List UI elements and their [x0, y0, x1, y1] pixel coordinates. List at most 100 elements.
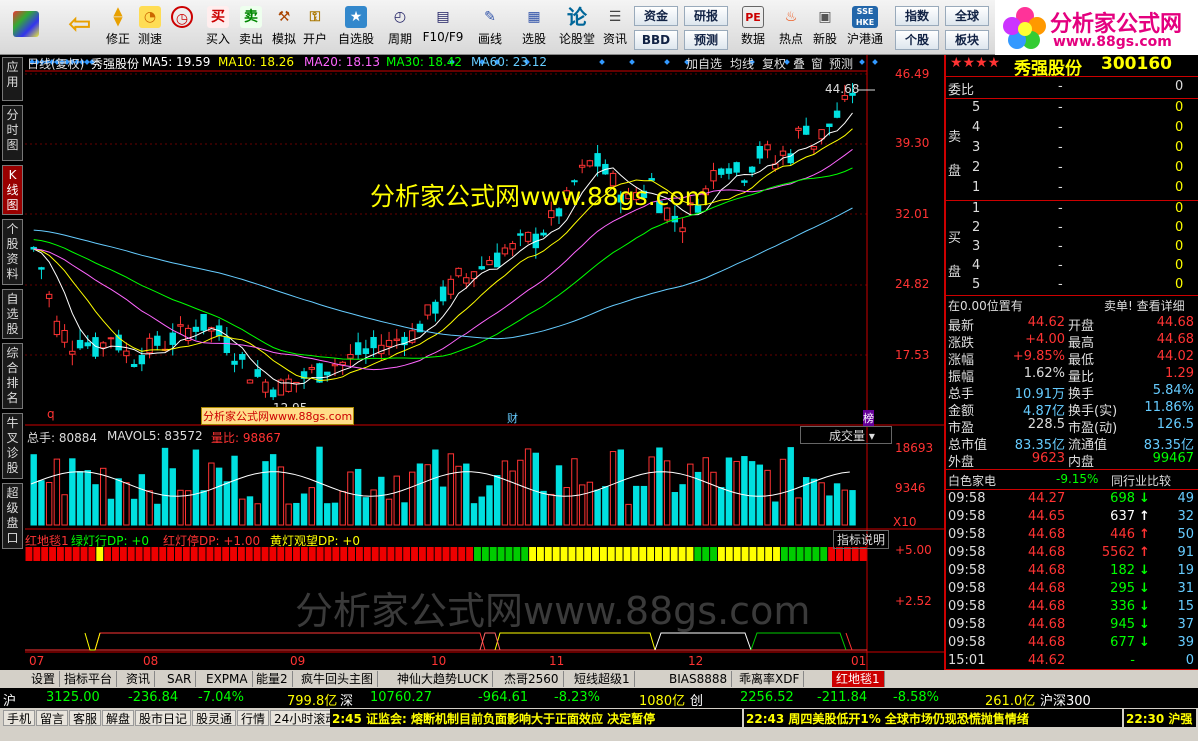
detail-link[interactable]: 卖单! 查看详细 — [1104, 297, 1185, 314]
toolbar-button-6[interactable]: ★ 自选股 — [335, 3, 377, 51]
tab-watchlist[interactable]: 自选股 — [2, 289, 23, 339]
chart-canvas[interactable] — [25, 55, 945, 670]
toolbar-button-8[interactable]: ▤ F10/F9 — [420, 3, 466, 51]
toolbar-button-7[interactable]: ◴ 周期 — [380, 3, 420, 51]
candle-body — [53, 320, 61, 336]
toolbar-button-1[interactable]: ◔ 测速 — [135, 3, 165, 51]
stock-button[interactable]: 个股 — [895, 30, 939, 50]
indicator-tab-1[interactable]: 指标平台 — [60, 671, 118, 687]
global-button[interactable]: 全球 — [945, 6, 989, 26]
tick-count: 91 — [1177, 545, 1194, 560]
signal-cell — [261, 547, 269, 561]
tab-app[interactable]: 应用 — [2, 57, 23, 101]
indicator-tab-9[interactable]: 短线超级1 — [570, 671, 635, 687]
toolbar-button-3[interactable]: 卖卖出 — [236, 3, 266, 51]
indicator-line-yellow — [84, 632, 101, 651]
news-ticker-3[interactable]: 22:30 沪强 — [1124, 709, 1196, 727]
indicator-tab-12[interactable]: 红地毯1 — [832, 671, 885, 687]
volume-bar — [84, 470, 91, 526]
f10-icon: ▤ — [436, 9, 450, 25]
toolbar-button-12[interactable]: ☰ 资讯 — [600, 3, 630, 51]
tab-stock-info[interactable]: 个股资料 — [2, 219, 23, 285]
status-button-4[interactable]: 股市日记 — [135, 710, 191, 726]
toolbar-button-13[interactable]: PE 数据 — [738, 3, 768, 51]
candle-body — [540, 232, 547, 236]
predict-button[interactable]: 预测 — [829, 55, 853, 72]
candle-body — [138, 354, 146, 365]
indicator-line-white — [654, 632, 752, 651]
status-button-3[interactable]: 解盘 — [102, 710, 134, 726]
toolbar-button-10[interactable]: ▦ 选股 — [514, 3, 554, 51]
signal-cell — [466, 547, 474, 561]
indicator-tab-11[interactable]: 乖离率XDF — [735, 671, 805, 687]
toolbar-button-16[interactable]: SSE HKE 沪港通 — [843, 3, 887, 51]
indicator-tab-3[interactable]: SAR — [163, 671, 197, 687]
indicator-tab-2[interactable]: 资讯 — [122, 671, 156, 687]
toolbar-button-5[interactable]: ⚿ 开户 — [300, 3, 330, 51]
signal-cell — [505, 547, 513, 561]
tick-price: 44.68 — [1028, 563, 1066, 578]
axis-price-2: 39.30 — [895, 136, 930, 150]
index-button[interactable]: 指数 — [895, 6, 939, 26]
liangbi-label: 量比: 98867 — [211, 431, 282, 445]
tab-intraday[interactable]: 分时图 — [2, 105, 23, 161]
indicator-tab-8[interactable]: 杰哥2560 — [500, 671, 564, 687]
volume-bar — [532, 452, 540, 526]
volume-bar — [486, 485, 493, 526]
signal-cell — [694, 547, 702, 561]
indicator-line-green — [750, 632, 847, 651]
status-button-5[interactable]: 股灵通 — [192, 710, 236, 726]
sector-compare-button[interactable]: 同行业比较 — [1111, 472, 1171, 489]
overlay-button[interactable]: 叠 — [793, 55, 805, 72]
back-button[interactable]: ⇦ — [62, 3, 96, 51]
window-button[interactable]: 窗 — [811, 55, 823, 72]
indicator-tab-6[interactable]: 疯牛回头主图 — [297, 671, 379, 687]
discuss-icon: 论 — [567, 5, 587, 29]
app-menu-button[interactable] — [6, 3, 46, 51]
toolbar-button-11[interactable]: 论论股堂 — [557, 3, 597, 51]
tab-diagnosis[interactable]: 牛叉诊股 — [2, 413, 23, 479]
tab-ranking[interactable]: 综合排名 — [2, 343, 23, 409]
tick-volume: 295 — [1110, 581, 1135, 596]
funds-button[interactable]: 资金 — [634, 6, 678, 26]
tab-kline[interactable]: K线图 — [2, 165, 23, 215]
volume-bar — [409, 471, 416, 526]
toolbar-button-14[interactable]: ♨ 热点 — [776, 3, 806, 51]
signal-cell — [725, 547, 733, 561]
indicator-line-red — [845, 632, 853, 651]
candle-body — [833, 110, 841, 118]
toolbar-button-2[interactable]: 买买入 — [203, 3, 233, 51]
status-button-2[interactable]: 客服 — [69, 710, 101, 726]
indicator-tab-0[interactable]: 设置 — [27, 671, 61, 687]
tab-level2[interactable]: 超级盘口 — [2, 483, 23, 549]
signal-cell — [300, 547, 308, 561]
news-ticker-2[interactable]: 22:43 周四美股低开1% 全球市场仍现恐慌抛售情绪 — [744, 709, 1122, 727]
axis-price-1: 46.49 — [895, 67, 930, 81]
status-button-1[interactable]: 留言 — [36, 710, 68, 726]
toolbar-button-4[interactable]: ⚒ 模拟 — [269, 3, 299, 51]
ma-button[interactable]: 均线 — [730, 55, 754, 72]
status-button-0[interactable]: 手机 — [3, 710, 35, 726]
toolbar-button-speedtest[interactable]: ◷ — [167, 3, 197, 51]
candle-body — [594, 153, 601, 167]
research-button[interactable]: 研报 — [684, 6, 728, 26]
toolbar-button-15[interactable]: ▣ 新股 — [810, 3, 840, 51]
add-watch-button[interactable]: 加自选 — [686, 55, 722, 72]
adjust-button[interactable]: 复权 — [762, 55, 786, 72]
news-ticker-1[interactable]: 2:45 证监会: 熔断机制目前负面影响大于正面效应 决定暂停 — [330, 709, 742, 727]
forecast-button[interactable]: 预测 — [684, 30, 728, 50]
sector-button[interactable]: 板块 — [945, 30, 989, 50]
volume-dropdown[interactable]: 成交量 ▾ — [800, 426, 892, 444]
signal-cell — [599, 547, 607, 561]
indicator-tab-10[interactable]: BIAS8888 — [665, 671, 733, 687]
bbd-button[interactable]: BBD — [634, 30, 678, 50]
ma10-label: MA10: 18.26 — [218, 55, 295, 69]
indicator-help-button[interactable]: 指标说明 — [833, 530, 890, 549]
toolbar-button-9[interactable]: ✎ 画线 — [470, 3, 510, 51]
status-button-6[interactable]: 行情 — [237, 710, 269, 726]
candle-body — [756, 146, 764, 159]
toolbar-button-0[interactable]: ▲ ▼ 修正 — [103, 3, 133, 51]
indicator-tab-4[interactable]: EXPMA — [202, 671, 253, 687]
indicator-tab-5[interactable]: 能量2 — [252, 671, 293, 687]
indicator-tab-7[interactable]: 神仙大趋势LUCK — [393, 671, 494, 687]
